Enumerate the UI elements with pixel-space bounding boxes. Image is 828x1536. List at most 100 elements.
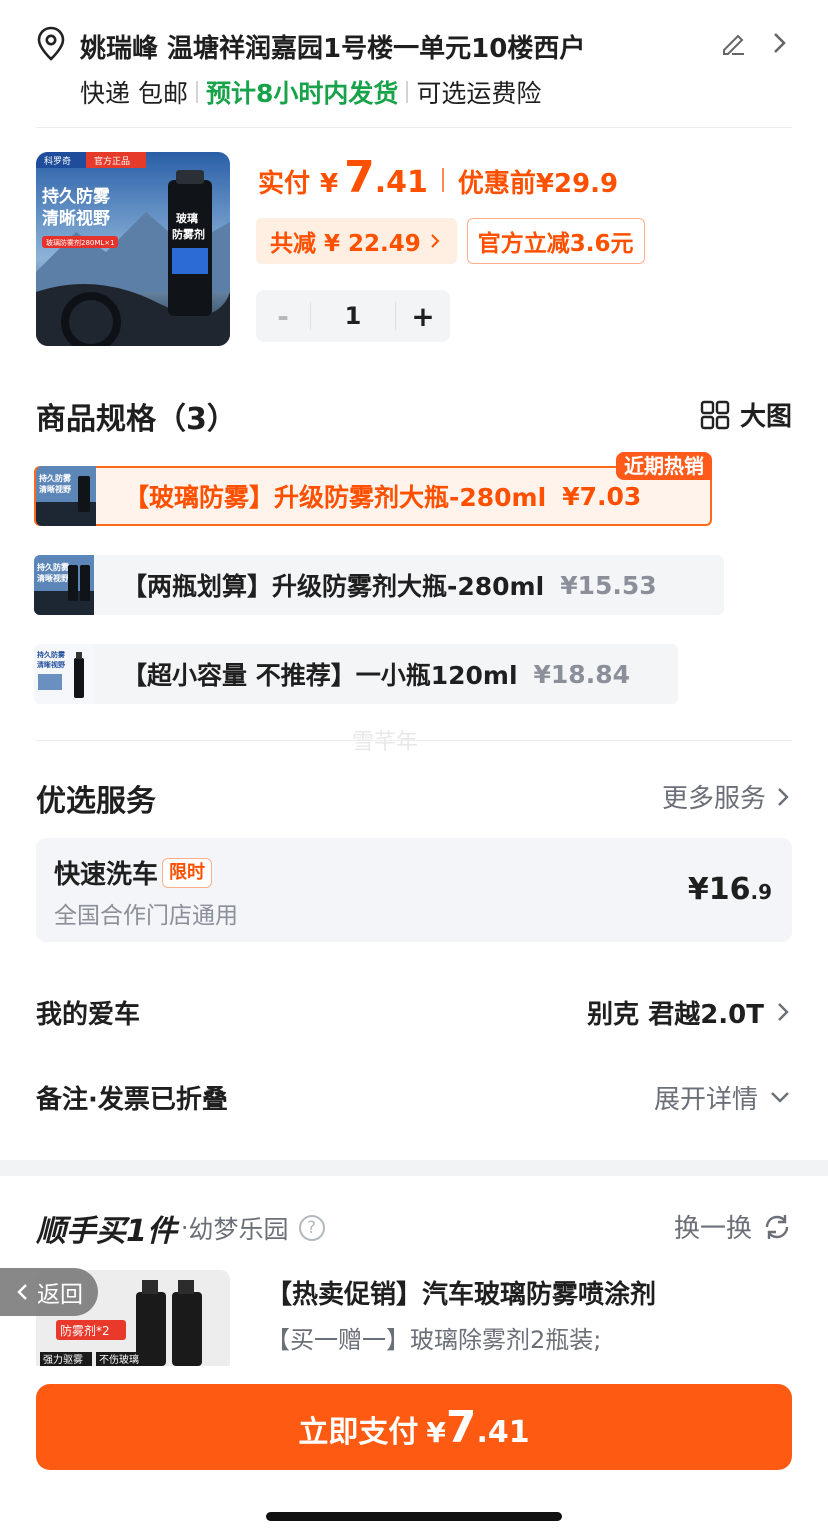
grid-icon: [700, 400, 730, 429]
service-price-main: ¥16: [687, 872, 751, 907]
spec-price: ¥15.53: [560, 570, 657, 600]
divider: [441, 168, 444, 192]
my-car-value-group: 别克 君越2.0T: [587, 994, 792, 1031]
total-discount-text: 共减 ¥ 22.49: [270, 231, 421, 257]
shipping-eta: 预计8小时内发货: [205, 79, 399, 108]
address-line: 姚瑞峰 温塘祥润嘉园1号楼一单元10楼西户: [80, 34, 586, 64]
decrease-button[interactable]: -: [256, 300, 310, 333]
before-discount-label: 优惠前: [457, 169, 536, 199]
separator-dot: ·: [180, 1214, 189, 1242]
total-discount-tag[interactable]: 共减 ¥ 22.49: [256, 218, 457, 264]
spec-thumbnail: 持久防雾 清晰视野: [34, 644, 94, 704]
spec-name: 【两瓶划算】升级防雾剂大瓶-280ml: [122, 572, 545, 601]
addon-product-name[interactable]: 【热卖促销】汽车玻璃防雾喷涂剂: [266, 1274, 656, 1311]
chevron-right-icon: [778, 1003, 789, 1021]
before-discount-price: ¥29.9: [535, 169, 619, 199]
svg-text:清晰视野: 清晰视野: [37, 660, 65, 669]
swap-label: 换一换: [673, 1214, 752, 1244]
official-discount-tag: 官方立减3.6元: [466, 218, 645, 264]
spec-section-title: 商品规格（3）: [36, 402, 237, 437]
help-icon[interactable]: ?: [298, 1215, 325, 1241]
svg-text:持久防雾: 持久防雾: [37, 562, 70, 572]
notes-label: 备注·发票已折叠: [36, 1084, 228, 1115]
shipping-insurance: 可选运费险: [416, 79, 542, 108]
shipping-info: 快递 包邮 预计8小时内发货 可选运费险: [80, 74, 541, 110]
spec-price: ¥7.03: [562, 481, 642, 511]
spec-option-3[interactable]: 持久防雾 清晰视野 【超小容量 不推荐】一小瓶120ml ¥18.84: [34, 644, 678, 704]
refresh-icon: [765, 1214, 789, 1239]
svg-text:强力驱雾: 强力驱雾: [43, 1353, 83, 1366]
section-divider: [36, 127, 792, 128]
spec-thumbnail: 持久防雾 清晰视野: [34, 555, 94, 615]
quantity-value[interactable]: 1: [310, 302, 396, 330]
addon-location: 幼梦乐园: [188, 1215, 289, 1244]
spec-price: ¥18.84: [533, 659, 630, 689]
svg-text:科罗奇: 科罗奇: [44, 155, 71, 167]
currency-symbol: ¥: [320, 169, 339, 199]
svg-text:防雾剂*2: 防雾剂*2: [60, 1323, 110, 1338]
back-label: 返回: [37, 1282, 83, 1308]
svg-text:不伤玻璃: 不伤玻璃: [99, 1353, 139, 1366]
service-name-row: 快速洗车 限时: [54, 854, 213, 891]
spec-name: 【玻璃防雾】升级防雾剂大瓶-280ml: [124, 483, 547, 512]
divider: [406, 81, 409, 103]
pay-now-button[interactable]: 立即支付 ¥ 7 .41: [36, 1384, 792, 1470]
limited-time-badge: 限时: [162, 857, 213, 888]
my-car-row[interactable]: 我的爱车 别克 君越2.0T: [36, 992, 792, 1032]
hot-sale-badge: 近期热销: [616, 452, 712, 480]
edit-icon[interactable]: [718, 28, 748, 58]
section-divider: [36, 740, 792, 741]
checkout-page: 姚瑞峰 温塘祥润嘉园1号楼一单元10楼西户 快递 包邮 预计8小时内发货 可选运…: [0, 0, 828, 1536]
shipping-method: 快递 包邮: [80, 79, 188, 108]
services-title: 优选服务: [36, 784, 156, 819]
swap-button[interactable]: 换一换: [674, 1208, 792, 1245]
price-decimal: .41: [374, 165, 428, 200]
divider: [195, 81, 198, 103]
my-car-value: 别克 君越2.0T: [587, 999, 764, 1030]
service-price: ¥16.9: [688, 872, 772, 907]
svg-text:玻璃防雾剂280ML×1: 玻璃防雾剂280ML×1: [46, 238, 115, 247]
svg-text:持久防雾: 持久防雾: [42, 186, 111, 207]
pay-currency: ¥: [426, 1416, 446, 1449]
chevron-right-icon: [431, 234, 440, 248]
home-indicator[interactable]: [266, 1512, 562, 1521]
spec-thumbnail: 持久防雾 清晰视野: [36, 466, 96, 526]
spec-option-2[interactable]: 持久防雾 清晰视野 【两瓶划算】升级防雾剂大瓶-280ml ¥15.53: [34, 555, 724, 615]
addon-title-row: 顺手买1件 · 幼梦乐园 ?: [36, 1206, 325, 1250]
expand-details-group: 展开详情: [654, 1079, 792, 1116]
spec-option-1[interactable]: 持久防雾 清晰视野 【玻璃防雾】升级防雾剂大瓶-280ml ¥7.03 近期热销: [34, 452, 712, 526]
back-button[interactable]: 返回: [0, 1268, 98, 1316]
car-wash-service-card[interactable]: 快速洗车 限时 全国合作门店通用 ¥16.9: [36, 838, 792, 942]
svg-text:清晰视野: 清晰视野: [39, 484, 71, 494]
price-integer: 7: [344, 152, 375, 203]
expand-details-label: 展开详情: [653, 1084, 758, 1115]
svg-text:防雾剂: 防雾剂: [172, 227, 205, 241]
addon-title: 顺手买1件: [36, 1214, 177, 1249]
pay-amount-integer: 7: [445, 1402, 477, 1453]
chevron-right-icon[interactable]: [766, 28, 792, 58]
chevron-left-icon: [17, 1284, 27, 1300]
notes-invoice-row[interactable]: 备注·发票已折叠 展开详情: [36, 1077, 792, 1117]
big-view-toggle[interactable]: 大图: [700, 396, 792, 433]
increase-button[interactable]: +: [396, 300, 450, 333]
svg-text:持久防雾: 持久防雾: [39, 473, 72, 483]
chevron-down-icon: [771, 1092, 789, 1103]
svg-text:清晰视野: 清晰视野: [37, 573, 69, 583]
svg-text:玻璃: 玻璃: [176, 211, 198, 225]
discount-tags: 共减 ¥ 22.49 官方立减3.6元: [256, 218, 645, 264]
addon-product-desc: 【买一赠一】玻璃除雾剂2瓶装;: [266, 1326, 602, 1354]
service-description: 全国合作门店通用: [54, 903, 238, 929]
paid-label: 实付: [258, 169, 311, 199]
service-price-decimal: .9: [750, 880, 772, 904]
svg-text:清晰视野: 清晰视野: [42, 208, 110, 229]
price-row: 实付 ¥ 7 .41 优惠前 ¥29.9: [258, 152, 618, 208]
service-name: 快速洗车: [54, 860, 159, 890]
pay-label: 立即支付: [298, 1415, 419, 1450]
product-image[interactable]: 科罗奇 官方正品 持久防雾 清晰视野 玻璃防雾剂280ML×1 玻璃 防雾剂: [36, 152, 230, 346]
more-services-label: 更多服务: [661, 784, 766, 814]
big-view-label: 大图: [739, 402, 792, 432]
chevron-right-icon: [778, 787, 789, 806]
address-section[interactable]: 姚瑞峰 温塘祥润嘉园1号楼一单元10楼西户 快递 包邮 预计8小时内发货 可选运…: [36, 22, 792, 112]
more-services-link[interactable]: 更多服务: [662, 778, 792, 815]
quantity-stepper[interactable]: - 1 +: [256, 290, 450, 342]
